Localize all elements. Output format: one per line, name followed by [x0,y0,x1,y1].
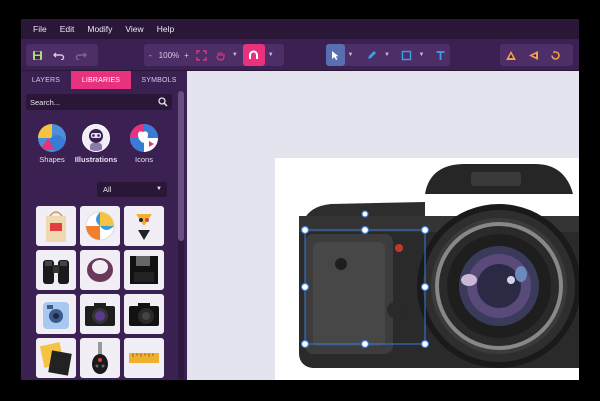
flip-horizontal-button[interactable] [522,44,544,66]
rotate-button[interactable] [544,44,566,66]
fit-screen-icon [196,49,208,61]
menu-modify[interactable]: Modify [87,24,112,34]
view-group: - 100% + ▼ ▼ [144,44,284,66]
libraries-panel: LAYERS LIBRARIES SYMBOLS Shapes [21,71,187,380]
library-grid [36,206,166,380]
beach-ball-icon [85,211,115,241]
panel-scrollbar[interactable] [178,91,184,380]
menu-view[interactable]: View [125,24,143,34]
library-categories: Shapes Illustrations Icons [30,121,170,169]
search-icon[interactable] [158,97,168,107]
menu-file[interactable]: File [33,24,47,34]
library-item-camera-front[interactable] [80,294,120,334]
tab-symbols[interactable]: SYMBOLS [131,71,187,89]
icons-icon [130,124,158,152]
ruler-icon [129,353,159,363]
tools-group: ▼ ▼ ▼ [326,44,450,66]
tab-libraries[interactable]: LIBRARIES [71,71,131,89]
library-item-instant-camera[interactable] [36,294,76,334]
transform-group [500,44,573,66]
instant-camera-icon [43,302,69,329]
library-item-car-key[interactable] [80,338,120,378]
select-tool-caret[interactable]: ▼ [348,52,354,58]
save-button[interactable] [26,44,48,66]
library-item-camera-black[interactable] [124,294,164,334]
panel-scrollbar-thumb[interactable] [178,91,184,241]
artboard[interactable] [275,158,579,380]
text-tool-button[interactable] [431,44,450,66]
rectangle-icon [401,50,411,60]
undo-icon [53,52,65,60]
snap-caret[interactable]: ▼ [268,52,274,58]
zoom-out-button[interactable]: - [149,51,152,60]
redo-icon [75,52,87,60]
tote-bag-icon [46,211,66,242]
tab-layers[interactable]: LAYERS [21,71,71,89]
flip-horizontal-icon [528,50,538,60]
pen-tool-button[interactable] [362,44,381,66]
chevron-down-icon: ▼ [156,186,162,192]
category-icons[interactable]: Icons [122,121,166,164]
library-search [26,94,172,110]
flip-vertical-icon [506,50,516,60]
library-item-ruler[interactable] [124,338,164,378]
shapes-icon [38,124,66,152]
save-icon [32,50,42,60]
library-item-beach-ball[interactable] [80,206,120,246]
hand-tool-button[interactable] [213,44,229,66]
magnet-icon [249,50,259,59]
hand-tool-caret[interactable]: ▼ [232,52,238,58]
category-illustrations-label: Illustrations [74,155,118,164]
pointer-icon [332,50,339,60]
fit-screen-button[interactable] [191,44,213,66]
category-icons-label: Icons [135,155,153,164]
menu-help[interactable]: Help [157,24,174,34]
category-shapes-label: Shapes [39,155,65,164]
library-item-photos[interactable] [36,338,76,378]
shape-tool-caret[interactable]: ▼ [419,52,425,58]
library-item-floppy-disk[interactable] [124,250,164,290]
rotate-icon [550,50,560,60]
panel-tabs: LAYERS LIBRARIES SYMBOLS [21,71,187,89]
redo-button[interactable] [70,44,92,66]
flip-vertical-button[interactable] [500,44,522,66]
binoculars-icon [43,260,69,284]
swimsuit-icon [136,214,152,240]
photos-icon [39,342,72,376]
pen-tool-caret[interactable]: ▼ [384,52,390,58]
camera-illustration[interactable] [275,158,579,380]
history-group [26,44,98,66]
undo-button[interactable] [48,44,70,66]
zoom-in-button[interactable]: + [184,51,189,60]
hand-icon [216,51,225,61]
menubar: File Edit Modify View Help [21,19,579,39]
camera-black-icon [129,303,159,326]
text-icon [436,50,445,60]
pen-icon [368,50,377,59]
library-item-necklace[interactable] [80,250,120,290]
floppy-disk-icon [130,256,158,284]
search-input[interactable] [30,97,150,107]
app-window: File Edit Modify View Help - 100% + ▼ ▼ … [21,19,579,380]
canvas-area[interactable] [187,71,579,380]
library-item-swimsuit[interactable] [124,206,164,246]
category-illustrations[interactable]: Illustrations [74,121,118,164]
filter-value: All [103,185,112,194]
car-key-icon [92,342,108,374]
camera-front-icon [85,303,115,326]
necklace-icon [87,258,113,282]
toolbar: - 100% + ▼ ▼ ▼ ▼ ▼ [21,40,579,71]
snap-button[interactable] [242,44,265,66]
zoom-level[interactable]: 100% [159,51,179,60]
library-item-tote-bag[interactable] [36,206,76,246]
category-shapes[interactable]: Shapes [30,121,74,164]
library-item-binoculars[interactable] [36,250,76,290]
filter-dropdown[interactable]: All ▼ [97,182,167,197]
shape-tool-button[interactable] [397,44,416,66]
illustrations-icon [82,124,110,152]
select-tool-button[interactable] [326,44,345,66]
menu-edit[interactable]: Edit [60,24,75,34]
